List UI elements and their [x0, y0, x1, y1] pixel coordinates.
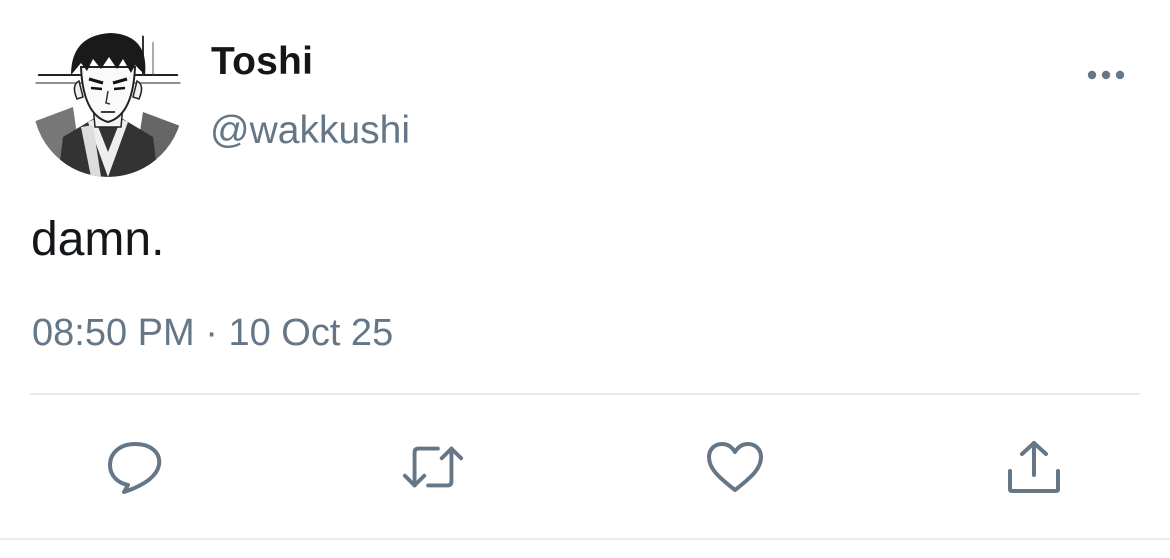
- bottom-divider: [0, 538, 1170, 540]
- like-button[interactable]: [703, 435, 767, 499]
- avatar[interactable]: [33, 27, 183, 177]
- reply-button[interactable]: [103, 435, 167, 499]
- divider: [30, 393, 1140, 395]
- more-options-button[interactable]: [1084, 60, 1128, 90]
- tweet-timestamp[interactable]: 08:50 PM · 10 Oct 25: [32, 312, 393, 355]
- tweet-time: 08:50 PM: [32, 312, 195, 354]
- tweet-text: damn.: [31, 213, 165, 266]
- reply-icon: [108, 442, 162, 494]
- share-icon: [1008, 441, 1060, 493]
- tweet-card: Toshi @wakkushi damn. 08:50 PM · 10 Oct …: [0, 0, 1170, 558]
- tweet-date: 10 Oct 25: [228, 312, 394, 354]
- share-button[interactable]: [1002, 435, 1066, 499]
- user-handle[interactable]: @wakkushi: [210, 109, 410, 153]
- retweet-icon: [402, 446, 464, 488]
- more-horizontal-icon: [1087, 70, 1125, 80]
- heart-icon: [707, 442, 763, 492]
- timestamp-separator: ·: [194, 312, 229, 354]
- avatar-illustration: [33, 27, 183, 177]
- display-name[interactable]: Toshi: [211, 40, 313, 84]
- retweet-button[interactable]: [401, 435, 465, 499]
